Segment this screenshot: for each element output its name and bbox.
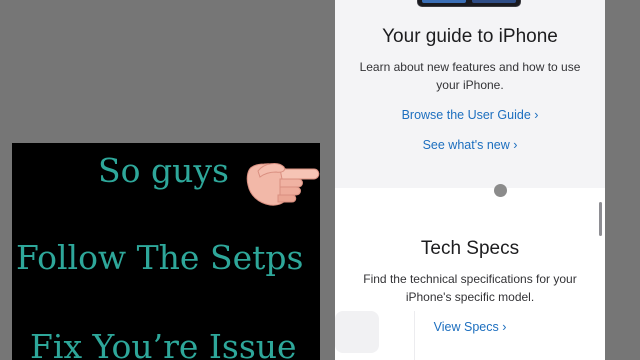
overlay-line-fix-issue: Fix You’re Issue: [30, 327, 297, 360]
tech-specs-title: Tech Specs: [420, 238, 520, 259]
overlay-line-follow-steps: Follow The Setps: [16, 238, 304, 277]
divider: [414, 311, 415, 360]
see-whats-new-link[interactable]: See what's new ›: [335, 138, 605, 152]
scroll-indicator[interactable]: [599, 202, 602, 236]
guide-title: Your guide to iPhone: [382, 26, 558, 47]
guide-section: Your guide to iPhone Learn about new fea…: [335, 0, 605, 188]
overlay-line-so-guys: So guys: [98, 151, 229, 190]
floating-widget[interactable]: [335, 311, 379, 353]
tutorial-overlay: So guys Follow The Setps Fix You’re Issu…: [12, 143, 320, 360]
phone-screen: Your guide to iPhone Learn about new fea…: [335, 0, 605, 360]
iphone-device-image: [417, 0, 521, 7]
pointing-right-hand-icon: [246, 163, 320, 206]
guide-description: Learn about new features and how to use …: [359, 60, 581, 92]
tech-specs-description: Find the technical specifications for yo…: [363, 272, 577, 304]
pager-dot[interactable]: [494, 184, 507, 197]
browse-user-guide-link[interactable]: Browse the User Guide ›: [335, 108, 605, 122]
